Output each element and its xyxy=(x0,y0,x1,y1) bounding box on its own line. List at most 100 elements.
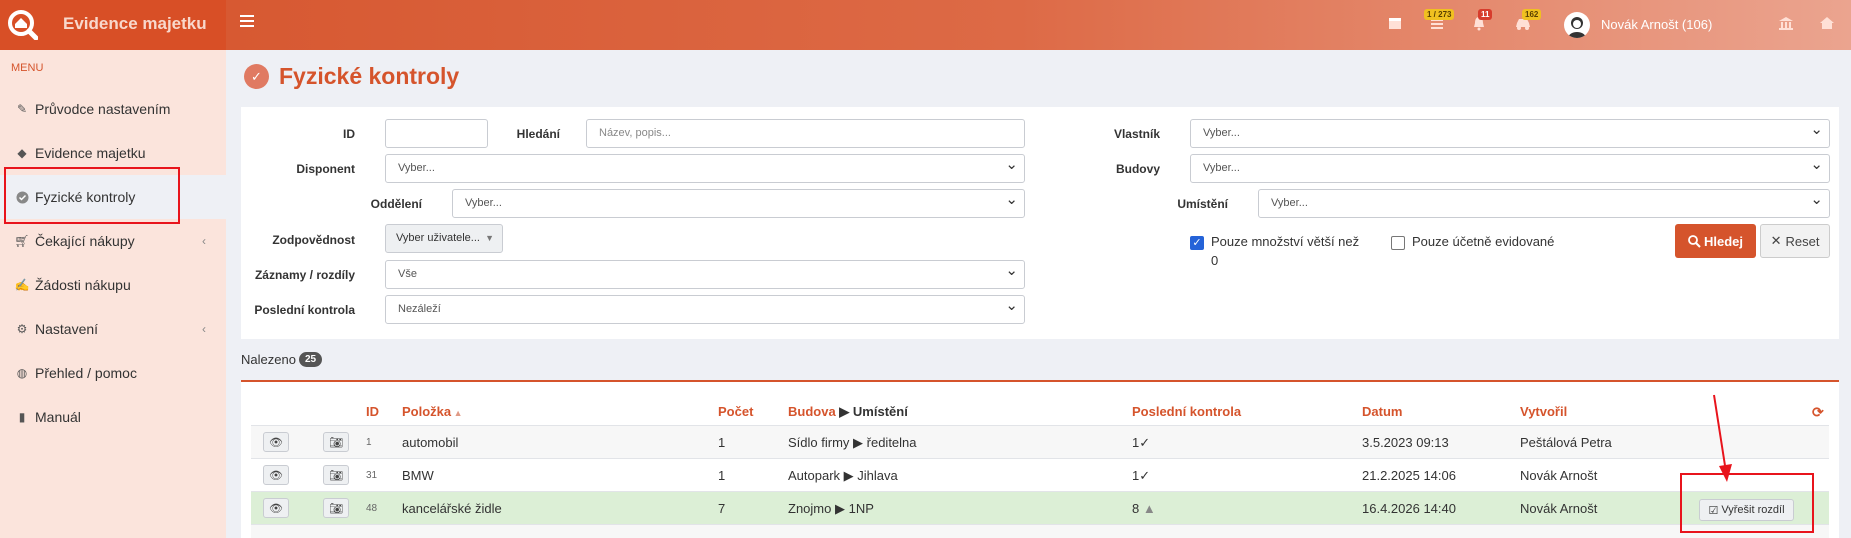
page-title: Fyzické kontroly xyxy=(279,63,460,89)
calendar-icon[interactable] xyxy=(1386,15,1404,33)
row-date: 21.2.2025 14:06 xyxy=(1362,468,1456,483)
row-item: automobil xyxy=(402,435,459,450)
checkmark-icon: ✓ xyxy=(1139,468,1151,483)
refresh-icon[interactable]: ⟳ xyxy=(1812,404,1824,421)
arrow-right-icon: ▶ xyxy=(839,404,853,419)
row-location: Znojmo ▶ 1NP xyxy=(788,501,874,516)
row-created-by: Novák Arnošt xyxy=(1520,501,1598,516)
column-header-item[interactable]: Položka ▲ xyxy=(402,404,463,419)
column-header-last-check[interactable]: Poslední kontrola xyxy=(1132,404,1241,419)
column-header-item-label: Položka xyxy=(402,404,452,419)
sidebar-item-overview-help[interactable]: ◍ Přehled / pomoc xyxy=(0,351,226,395)
search-icon xyxy=(1688,234,1701,248)
column-header-count[interactable]: Počet xyxy=(718,404,753,419)
sidebar-item-pending-purchases[interactable]: 🛒︎ Čekající nákupy ‹ xyxy=(0,219,226,263)
records-label: Záznamy / rozdíly xyxy=(254,268,355,282)
view-button[interactable]: 👁︎ xyxy=(263,432,289,452)
sidebar-item-setup-guide[interactable]: ✎ Průvodce nastavením xyxy=(0,87,226,131)
user-name[interactable]: Novák Arnošt (106) xyxy=(1601,17,1712,32)
sidebar-item-settings[interactable]: ⚙ Nastavení ‹ xyxy=(0,307,226,351)
bank-icon[interactable] xyxy=(1777,15,1795,33)
accounting-checkbox[interactable] xyxy=(1391,236,1405,250)
eye-icon: 👁︎ xyxy=(269,436,283,449)
row-created-by: Novák Arnošt xyxy=(1520,468,1598,483)
camera-button[interactable]: 📷︎ xyxy=(323,432,349,452)
avatar[interactable] xyxy=(1564,12,1590,38)
column-header-created-by[interactable]: Vytvořil xyxy=(1520,404,1567,419)
row-building: Sídlo firmy xyxy=(788,435,850,450)
row-building: Znojmo xyxy=(788,501,832,516)
row-room: Jihlava xyxy=(857,468,898,483)
responsibility-select[interactable]: Vyber uživatele... ▼ xyxy=(385,224,503,253)
sidebar-item-label: Průvodce nastavením xyxy=(35,101,171,117)
camera-icon: 📷︎ xyxy=(329,436,343,449)
buildings-select[interactable]: Vyber... xyxy=(1190,151,1830,183)
sort-asc-icon: ▲ xyxy=(451,408,463,418)
row-id: 48 xyxy=(366,503,378,514)
buildings-label: Budovy xyxy=(1115,162,1160,176)
qty-checkbox-row[interactable]: ✓ Pouze množství větší než 0 xyxy=(1190,234,1370,268)
camera-button[interactable]: 📷︎ xyxy=(323,498,349,518)
sidebar-item-purchase-requests[interactable]: ✍ Žádosti nákupu xyxy=(0,263,226,307)
reset-button[interactable]: ✕ Reset xyxy=(1760,224,1830,258)
id-input[interactable] xyxy=(385,119,488,148)
table-row: 👁︎ 📷︎ 1 automobil 1 Sídlo firmy ▶ ředite… xyxy=(251,425,1829,458)
check-circle-icon: ✓ xyxy=(244,64,269,89)
last-check-label: Poslední kontrola xyxy=(254,303,355,317)
sidebar-item-manual[interactable]: ▮ Manuál xyxy=(0,395,226,439)
logo-area[interactable]: Evidence majetku xyxy=(0,0,226,50)
row-date: 3.5.2023 09:13 xyxy=(1362,435,1449,450)
sidebar-item-label: Nastavení xyxy=(35,321,99,337)
gears-icon: ⚙ xyxy=(16,322,28,336)
column-header-location-label: Umístění xyxy=(852,404,908,419)
department-select[interactable]: Vyber... xyxy=(452,186,1025,218)
chevron-left-icon: ‹ xyxy=(202,234,206,248)
disponent-select[interactable]: Vyber... xyxy=(385,151,1025,183)
owner-select[interactable]: Vyber... xyxy=(1190,116,1830,148)
tasks-badge: 1 / 273 xyxy=(1424,9,1455,20)
qty-checkbox[interactable]: ✓ xyxy=(1190,236,1204,250)
house-search-logo-icon xyxy=(8,10,38,40)
row-count: 7 xyxy=(718,501,726,516)
row-location: Sídlo firmy ▶ ředitelna xyxy=(788,435,917,450)
found-label: Nalezeno xyxy=(241,352,296,367)
column-header-building[interactable]: Budova ▶ Umístění xyxy=(788,404,908,420)
search-input[interactable]: Název, popis... xyxy=(586,119,1025,148)
table-row: 👁︎ 📷︎ 31 BMW 1 Autopark ▶ Jihlava 1✓ 21.… xyxy=(251,458,1829,491)
qty-checkbox-value: 0 xyxy=(1211,253,1219,268)
location-select[interactable]: Vyber... xyxy=(1258,186,1830,218)
home-icon[interactable] xyxy=(1818,15,1836,33)
edit-icon: ✍ xyxy=(14,278,30,292)
id-label: ID xyxy=(343,127,355,141)
search-button[interactable]: Hledej xyxy=(1675,224,1756,258)
globe-icon: ◍ xyxy=(16,366,28,380)
row-last-check: 1✓ xyxy=(1132,468,1150,484)
row-location: Autopark ▶ Jihlava xyxy=(788,468,898,483)
responsibility-label: Zodpovědnost xyxy=(272,233,355,247)
annotation-arrow xyxy=(1713,394,1732,482)
results-table: ID Položka ▲ Počet Budova ▶ Umístění Pos… xyxy=(241,380,1839,538)
row-room: ředitelna xyxy=(866,435,917,450)
column-header-id[interactable]: ID xyxy=(366,404,379,419)
results-count: Nalezeno 25 xyxy=(241,352,323,367)
accounting-checkbox-row[interactable]: Pouze účetně evidované xyxy=(1391,234,1554,250)
cars-badge: 162 xyxy=(1522,9,1542,20)
hamburger-menu-icon[interactable] xyxy=(240,15,254,29)
responsibility-value: Vyber uživatele... xyxy=(396,232,480,244)
row-room: 1NP xyxy=(848,501,874,516)
last-check-select[interactable]: Nezáleží xyxy=(385,292,1025,324)
owner-label: Vlastník xyxy=(1113,127,1160,141)
cart-icon: 🛒︎ xyxy=(14,234,30,248)
checkmark-icon: ✓ xyxy=(1139,435,1151,450)
column-header-date[interactable]: Datum xyxy=(1362,404,1402,419)
diamond-icon: ◆ xyxy=(17,146,27,160)
caret-down-icon: ▼ xyxy=(485,233,494,243)
camera-icon: 📷︎ xyxy=(329,469,343,482)
view-button[interactable]: 👁︎ xyxy=(263,465,289,485)
camera-button[interactable]: 📷︎ xyxy=(323,465,349,485)
qty-checkbox-label: Pouze množství větší než xyxy=(1211,234,1360,249)
sidebar-item-label: Přehled / pomoc xyxy=(35,365,137,381)
view-button[interactable]: 👁︎ xyxy=(263,498,289,518)
records-select[interactable]: Vše xyxy=(385,257,1025,289)
notifications-badge: 11 xyxy=(1478,9,1493,20)
